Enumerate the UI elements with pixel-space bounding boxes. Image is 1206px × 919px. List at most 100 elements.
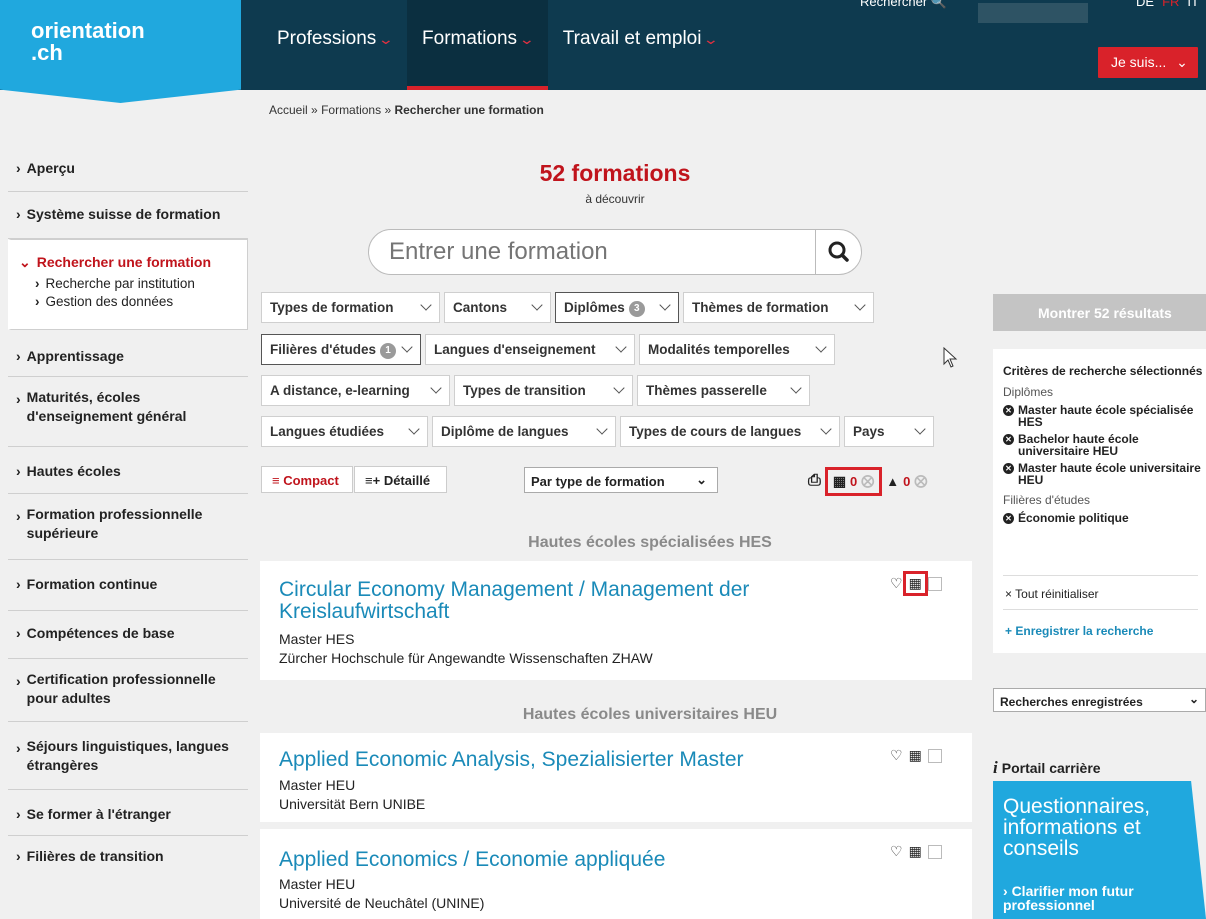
- heart-icon[interactable]: ♡: [890, 575, 903, 592]
- clear-icon[interactable]: ⨂: [914, 473, 927, 489]
- sidebar-item-apprentissage[interactable]: › Apprentissage: [8, 330, 248, 377]
- remove-icon[interactable]: ✕: [1003, 463, 1014, 474]
- select-checkbox[interactable]: [927, 576, 942, 591]
- result-card[interactable]: Applied Economic Analysis, Spezialisiert…: [260, 733, 972, 822]
- logo[interactable]: orientation .ch: [0, 0, 241, 103]
- promo-link[interactable]: › Clarifier mon futur professionnel: [1003, 884, 1206, 912]
- sidebar-item-transition[interactable]: › Filières de transition: [8, 836, 248, 882]
- login-area[interactable]: [978, 3, 1088, 23]
- detailed-view-button[interactable]: ≡+ Détaillé: [354, 466, 447, 493]
- search-button[interactable]: [815, 230, 861, 274]
- chevron-down-icon: ⌄: [1176, 54, 1188, 70]
- filter-pays[interactable]: Pays: [844, 416, 934, 447]
- promo-title: Questionnaires, informations et conseils: [1003, 795, 1151, 860]
- heart-icon[interactable]: ♡: [890, 747, 903, 764]
- save-search-link[interactable]: + Enregistrer la recherche: [1005, 624, 1153, 638]
- clear-icon[interactable]: ⨂: [861, 473, 874, 489]
- select-checkbox[interactable]: [927, 844, 942, 859]
- nav-formations[interactable]: Formations ⌄: [407, 0, 548, 90]
- compact-view-button[interactable]: ≡ Compact: [261, 466, 353, 493]
- sidebar-item-competences[interactable]: › Compétences de base: [8, 611, 248, 659]
- sidebar-subitem-gestion[interactable]: › Gestion des données: [35, 294, 247, 309]
- remove-icon[interactable]: ✕: [1003, 434, 1014, 445]
- breadcrumb-formations[interactable]: Formations: [321, 103, 381, 117]
- sidebar-item-certification[interactable]: › Certification professionnelle pour adul…: [8, 659, 248, 722]
- remove-icon[interactable]: ✕: [1003, 513, 1014, 524]
- filter-modalites-temporelles[interactable]: Modalités temporelles: [639, 334, 835, 365]
- reset-all-link[interactable]: × Tout réinitialiser: [1005, 587, 1099, 601]
- breadcrumb-current: Rechercher une formation: [394, 103, 544, 117]
- result-degree: Master HEU: [279, 876, 356, 892]
- criteria-tag[interactable]: ✕ Master haute école spécialisée HES: [1003, 404, 1206, 428]
- chevron-down-icon: [914, 423, 926, 435]
- search-link[interactable]: Rechercher 🔍: [860, 0, 947, 10]
- chevron-right-icon: ›: [16, 625, 21, 641]
- sidebar-item-etranger[interactable]: › Se former à l'étranger: [8, 790, 248, 836]
- criteria-tag[interactable]: ✕ Économie politique: [1003, 512, 1206, 524]
- chevron-down-icon: ⌄: [696, 472, 707, 487]
- sort-select[interactable]: Par type de formation ⌄: [524, 467, 718, 493]
- select-checkbox[interactable]: [927, 748, 942, 763]
- filter-themes-formation[interactable]: Thèmes de formation: [683, 292, 874, 323]
- filter-langues-enseignement[interactable]: Langues d'enseignement: [425, 334, 635, 365]
- chevron-right-icon: ›: [16, 206, 21, 222]
- saved-tool[interactable]: ▲ 0 ⨂: [886, 473, 927, 489]
- sidebar-item-apercu[interactable]: › Aperçu: [8, 146, 248, 192]
- lang-fr[interactable]: FR: [1162, 0, 1179, 9]
- chevron-right-icon: ›: [16, 576, 21, 592]
- sidebar-subitem-institution[interactable]: › Recherche par institution: [35, 276, 247, 291]
- sidebar-item-rechercher-link[interactable]: ⌄ Rechercher une formation: [19, 254, 247, 271]
- filter-types-formation[interactable]: Types de formation: [261, 292, 440, 323]
- divider: [1003, 575, 1198, 576]
- criteria-title: Critères de recherche sélectionnés: [1003, 364, 1203, 378]
- result-title[interactable]: Applied Economics / Economie appliquée: [279, 849, 665, 871]
- chevron-down-icon: ⌄: [377, 31, 395, 47]
- criteria-tag[interactable]: ✕ Bachelor haute école universitaire HEU: [1003, 433, 1206, 457]
- filter-types-transition[interactable]: Types de transition: [454, 375, 633, 406]
- filter-diplome-langues[interactable]: Diplôme de langues: [432, 416, 616, 447]
- sidebar-item-maturites[interactable]: › Maturités, écoles d'enseignement généra…: [8, 377, 248, 447]
- result-title[interactable]: Circular Economy Management / Management…: [279, 579, 749, 623]
- compare-icon: ▦: [832, 472, 847, 489]
- close-icon: ×: [1005, 587, 1013, 601]
- saved-searches-select[interactable]: Recherches enregistrées ⌄: [993, 688, 1206, 712]
- filter-types-cours-langues[interactable]: Types de cours de langues: [620, 416, 840, 447]
- filter-diplomes[interactable]: Diplômes 3: [555, 292, 679, 323]
- sidebar-item-formation-continue[interactable]: › Formation continue: [8, 560, 248, 611]
- career-portal-promo[interactable]: Questionnaires, informations et conseils…: [993, 781, 1206, 919]
- result-card[interactable]: Applied Economics / Economie appliquée M…: [260, 829, 972, 919]
- filter-themes-passerelle[interactable]: Thèmes passerelle: [637, 375, 810, 406]
- lang-it[interactable]: IT: [1187, 0, 1199, 9]
- sidebar-item-formation-pro-sup[interactable]: › Formation professionnelle supérieure: [8, 494, 248, 560]
- search-input[interactable]: [389, 238, 809, 266]
- remove-icon[interactable]: ✕: [1003, 405, 1014, 416]
- je-suis-button[interactable]: Je suis... ⌄: [1098, 47, 1198, 78]
- sidebar-item-sejours[interactable]: › Séjours linguistiques, langues étrangèr…: [8, 722, 248, 790]
- show-results-button[interactable]: Montrer 52 résultats: [993, 294, 1206, 331]
- lang-de[interactable]: DE: [1136, 0, 1154, 9]
- compare-icon[interactable]: ▦: [902, 571, 928, 596]
- sidebar-item-hautes-ecoles[interactable]: › Hautes écoles: [8, 447, 248, 494]
- filter-cantons[interactable]: Cantons: [444, 292, 551, 323]
- compare-icon[interactable]: ▦: [907, 843, 924, 860]
- compare-tool[interactable]: ▦ 0 ⨂: [824, 466, 883, 496]
- divider: [1003, 609, 1198, 610]
- criteria-group-name: Diplômes: [1003, 385, 1054, 399]
- result-card[interactable]: Circular Economy Management / Management…: [260, 561, 972, 680]
- chevron-down-icon: [596, 423, 608, 435]
- breadcrumb-accueil[interactable]: Accueil: [269, 103, 308, 117]
- sidebar-item-systeme[interactable]: › Système suisse de formation: [8, 192, 248, 239]
- nav-travail-emploi[interactable]: Travail et emploi ⌄: [548, 0, 732, 90]
- compare-icon[interactable]: ▦: [907, 747, 924, 764]
- criteria-tag[interactable]: ✕ Master haute école universitaire HEU: [1003, 462, 1206, 486]
- heart-icon[interactable]: ♡: [890, 843, 903, 860]
- bag-icon: ▲: [886, 473, 900, 489]
- nav-professions[interactable]: Professions ⌄: [262, 0, 407, 90]
- mouse-cursor-icon: [943, 347, 958, 368]
- filter-filieres-etudes[interactable]: Filières d'études 1: [261, 334, 421, 365]
- filter-distance-elearning[interactable]: A distance, e-learning: [261, 375, 450, 406]
- chevron-down-icon: ⌄: [19, 254, 31, 270]
- print-icon[interactable]: ⎙: [808, 472, 821, 490]
- filter-langues-etudiees[interactable]: Langues étudiées: [261, 416, 428, 447]
- result-title[interactable]: Applied Economic Analysis, Spezialisiert…: [279, 749, 744, 771]
